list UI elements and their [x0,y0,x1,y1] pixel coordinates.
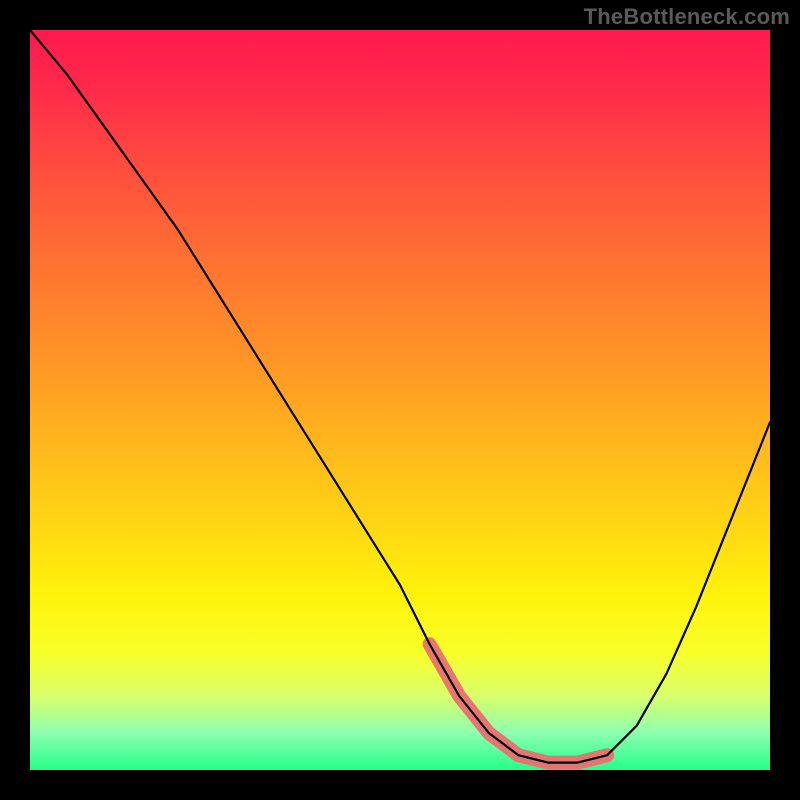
curve-svg [30,30,770,770]
watermark-text: TheBottleneck.com [584,4,790,30]
bottleneck-curve [30,30,770,763]
chart-stage: TheBottleneck.com [0,0,800,800]
current-range-highlight [430,644,608,762]
plot-area [30,30,770,770]
